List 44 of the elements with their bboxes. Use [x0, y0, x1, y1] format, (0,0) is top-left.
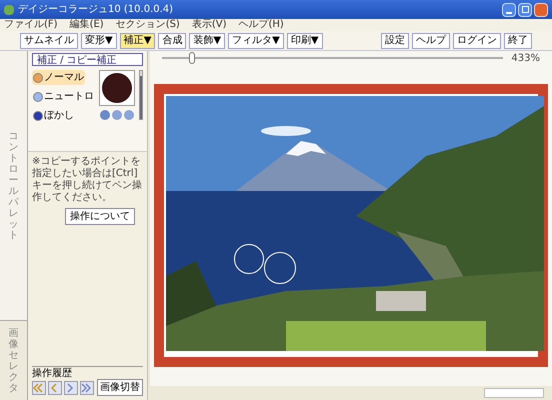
panel-title: 補正 / コピー補正	[32, 53, 143, 66]
brush-cursor-icon	[264, 252, 296, 284]
history-title: 操作履歴	[32, 368, 73, 379]
toolbar-button[interactable]: 終了	[504, 32, 532, 48]
back-button[interactable]	[48, 380, 62, 394]
close-button[interactable]	[534, 2, 548, 16]
toolbar-tab[interactable]: 印刷▼	[286, 32, 323, 48]
color-swatch[interactable]	[99, 70, 135, 106]
double-chevron-right-icon	[81, 382, 91, 392]
toolbar-button[interactable]: ヘルプ	[412, 32, 450, 48]
first-button[interactable]	[32, 380, 46, 394]
menu-item[interactable]: 表示(V)	[192, 19, 226, 31]
toolbar-button[interactable]: ログイン	[453, 32, 501, 48]
menu-item[interactable]: ファイル(F)	[4, 19, 58, 31]
brush-cursor-icon	[234, 244, 264, 274]
mode-option[interactable]: ニュートロ	[32, 89, 95, 104]
maximize-button[interactable]	[518, 2, 532, 16]
zoom-slider[interactable]	[162, 52, 504, 64]
image-switch-button[interactable]: 画像切替	[97, 379, 143, 396]
toolbar-tab[interactable]: サムネイル	[20, 32, 78, 48]
chevron-right-icon	[65, 382, 75, 392]
chevron-left-icon	[49, 382, 59, 392]
size-slider[interactable]	[139, 70, 143, 120]
toolbar-button[interactable]: 設定	[381, 32, 409, 48]
toolbar-tab[interactable]: 合成	[158, 32, 186, 48]
forward-button[interactable]	[64, 380, 78, 394]
minimize-button[interactable]	[502, 2, 516, 16]
app-icon	[4, 4, 14, 14]
status-field	[484, 388, 544, 398]
toolbar-tab[interactable]: 補正▼	[120, 32, 156, 48]
toolbar-tab[interactable]: フィルタ▼	[228, 32, 284, 48]
hint-text: ※コピーするポイントを指定したい場合は[Ctrl]キーを押し続けてペン操作してください。	[32, 156, 143, 204]
menu-item[interactable]: セクション(S)	[116, 19, 180, 31]
zoom-reading: 433%	[511, 52, 540, 66]
help-button[interactable]: 操作について	[65, 208, 135, 225]
last-button[interactable]	[80, 380, 94, 394]
toolbar-tab[interactable]: 変形▼	[81, 32, 117, 48]
window-title: デイジーコラージュ10 (10.0.0.4)	[18, 3, 174, 17]
double-chevron-left-icon	[33, 382, 43, 392]
menu-item[interactable]: 編集(E)	[70, 19, 104, 31]
mode-option[interactable]: ノーマル	[32, 70, 85, 85]
menu-item[interactable]: ヘルプ(H)	[238, 19, 284, 31]
mode-option[interactable]: ぼかし	[32, 108, 75, 123]
toolbar-tab[interactable]: 装飾▼	[189, 32, 226, 48]
